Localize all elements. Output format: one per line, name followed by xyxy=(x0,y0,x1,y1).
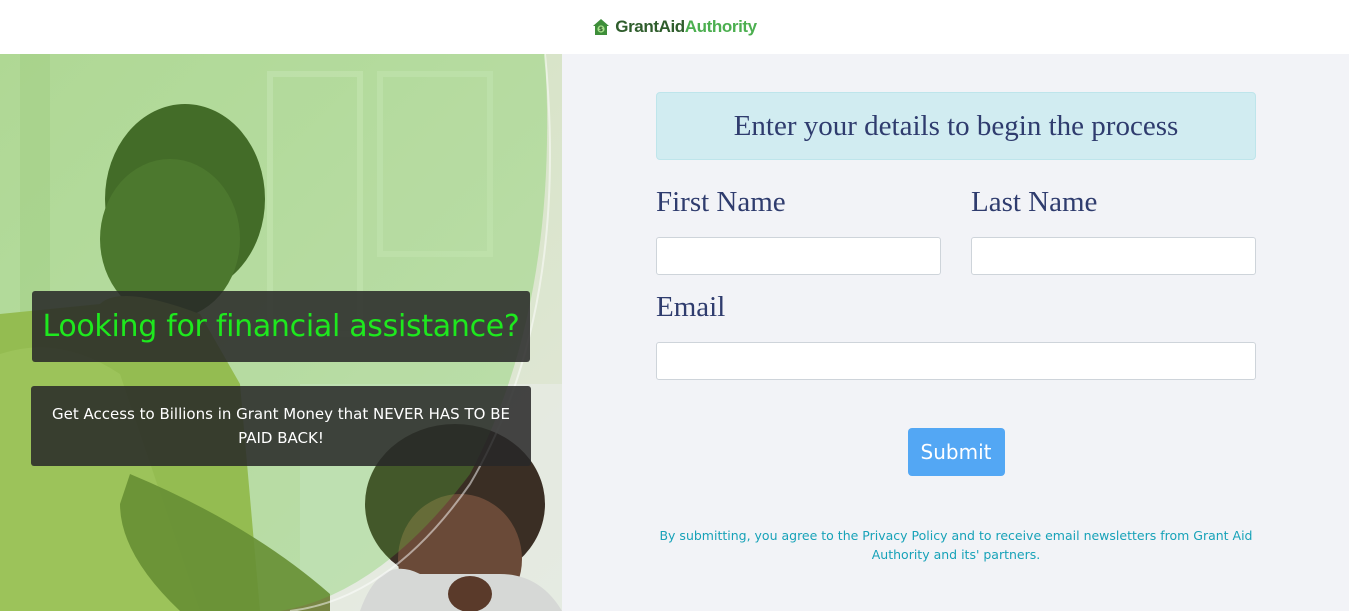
form-banner-text: Enter your details to begin the process xyxy=(733,109,1179,142)
last-name-input[interactable] xyxy=(971,237,1256,275)
last-name-label: Last Name xyxy=(971,186,1098,218)
email-label: Email xyxy=(656,291,726,323)
headline-box: Looking for financial assistance? xyxy=(32,291,530,362)
privacy-disclaimer: By submitting, you agree to the Privacy … xyxy=(659,528,1253,562)
first-name-group: First Name xyxy=(656,184,941,275)
last-name-group: Last Name xyxy=(971,184,1256,275)
logo-text-light: Authority xyxy=(684,17,757,36)
site-logo[interactable]: $ GrantAidAuthority xyxy=(592,17,757,37)
submit-button[interactable]: Submit xyxy=(907,428,1005,476)
site-logo-text: GrantAidAuthority xyxy=(615,17,757,37)
top-bar: $ GrantAidAuthority xyxy=(0,0,1349,54)
name-row: First Name Last Name xyxy=(656,184,1256,275)
logo-text-dark: GrantAid xyxy=(615,17,685,36)
hero-headline: Looking for financial assistance? xyxy=(42,309,520,344)
hero-subheadline: Get Access to Billions in Grant Money th… xyxy=(52,405,510,447)
email-group: Email xyxy=(656,289,1256,380)
svg-text:$: $ xyxy=(599,26,603,33)
first-name-label: First Name xyxy=(656,186,786,218)
house-dollar-icon: $ xyxy=(593,19,610,35)
hero-panel: Looking for financial assistance? Get Ac… xyxy=(0,54,562,611)
email-input[interactable] xyxy=(656,342,1256,380)
form-banner: Enter your details to begin the process xyxy=(656,92,1256,160)
first-name-input[interactable] xyxy=(656,237,941,275)
submit-row: Submit xyxy=(656,428,1256,476)
subheadline-box: Get Access to Billions in Grant Money th… xyxy=(31,386,531,466)
signup-form: Enter your details to begin the process … xyxy=(656,92,1256,564)
